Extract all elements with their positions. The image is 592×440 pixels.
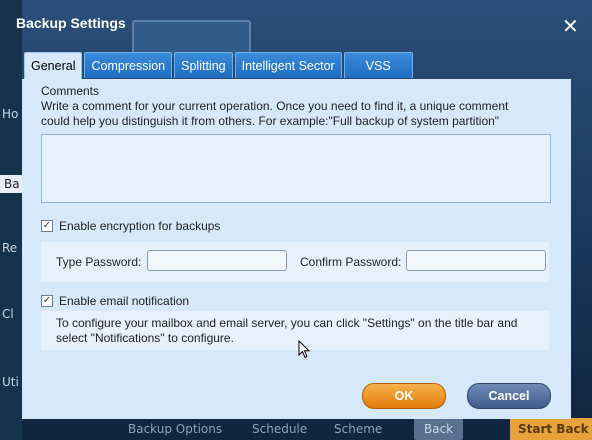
password-group: Type Password: Confirm Password: — [41, 242, 549, 282]
email-checkbox[interactable]: ✓ — [41, 295, 53, 307]
type-password-label: Type Password: — [56, 255, 142, 269]
type-password-input[interactable] — [147, 250, 287, 271]
close-icon[interactable]: ✕ — [562, 16, 579, 36]
confirm-password-label: Confirm Password: — [300, 255, 402, 269]
tab-intelligent-sector[interactable]: Intelligent Sector — [234, 52, 342, 78]
email-label: Enable email notification — [59, 294, 190, 308]
tab-bar: General Compression Splitting Intelligen… — [24, 52, 415, 80]
email-info-text: select "Notifications" to configure. — [56, 331, 234, 345]
general-tab-panel: Comments Write a comment for your curren… — [22, 79, 571, 419]
cancel-button[interactable]: Cancel — [467, 383, 551, 409]
confirm-password-input[interactable] — [406, 250, 546, 271]
encryption-checkbox[interactable]: ✓ — [41, 220, 53, 232]
comments-description: Write a comment for your current operati… — [41, 99, 509, 113]
tab-vss[interactable]: VSS — [343, 52, 413, 78]
encryption-label: Enable encryption for backups — [59, 219, 221, 233]
mouse-cursor-icon — [298, 340, 311, 359]
email-info-group: To configure your mailbox and email serv… — [41, 311, 549, 350]
email-info-text: To configure your mailbox and email serv… — [56, 316, 518, 330]
comments-heading: Comments — [41, 84, 100, 98]
ok-button[interactable]: OK — [362, 383, 446, 409]
dialog-title: Backup Settings — [16, 15, 126, 31]
tab-splitting[interactable]: Splitting — [174, 52, 233, 78]
tab-general[interactable]: General — [24, 52, 83, 80]
comments-description: could help you distinguish it from other… — [41, 114, 500, 128]
backup-settings-dialog: Backup Settings ✕ General Compression Sp… — [0, 0, 592, 440]
tab-compression[interactable]: Compression — [84, 52, 173, 78]
comment-textarea[interactable] — [41, 134, 551, 203]
